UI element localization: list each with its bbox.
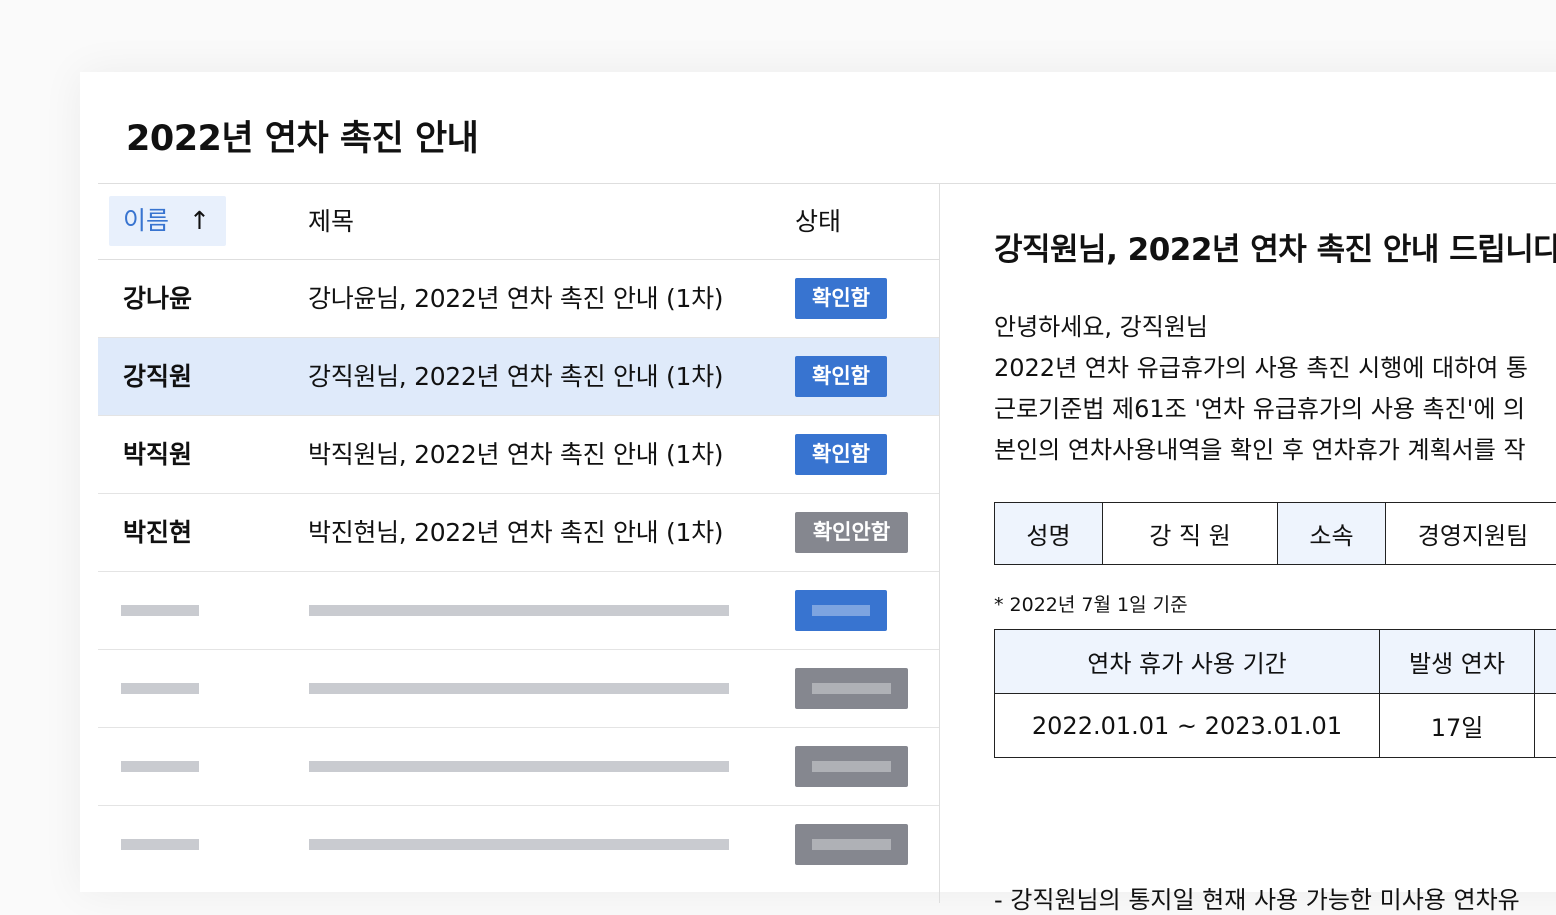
skeleton-name xyxy=(121,605,199,616)
skeleton-subject xyxy=(309,761,729,772)
body-line: 본인의 연차사용내역을 확인 후 연차휴가 계획서를 작 xyxy=(994,430,1528,471)
extra-value xyxy=(1535,694,1556,758)
recipient-name: 강나윤 xyxy=(123,260,192,337)
extra-header xyxy=(1535,630,1556,694)
skeleton-row xyxy=(98,806,939,883)
status-badge: 확인함 xyxy=(795,278,887,319)
skeleton-subject xyxy=(309,683,729,694)
sort-ascending-icon: ↑ xyxy=(189,196,210,246)
period-value: 2022.01.01 ~ 2023.01.01 xyxy=(995,694,1380,758)
skeleton-badge xyxy=(795,824,908,865)
skeleton-row xyxy=(98,650,939,728)
skeleton-badge xyxy=(795,746,908,787)
recipient-subject: 강나윤님, 2022년 연차 촉진 안내 (1차) xyxy=(308,260,723,337)
table-row[interactable]: 박직원 박직원님, 2022년 연차 촉진 안내 (1차) 확인함 xyxy=(98,416,939,494)
recipient-subject: 박진현님, 2022년 연차 촉진 안내 (1차) xyxy=(308,494,723,571)
leave-summary-table: 연차 휴가 사용 기간 발생 연차 2022.01.01 ~ 2023.01.0… xyxy=(994,629,1556,758)
pane-divider xyxy=(939,183,940,903)
skeleton-name xyxy=(121,683,199,694)
announcement-card: 2022년 연차 촉진 안내 이름 ↑ 제목 상태 강나윤 강나윤님, 2022… xyxy=(80,72,1556,892)
table-row-selected[interactable]: 강직원 강직원님, 2022년 연차 촉진 안내 (1차) 확인함 xyxy=(98,338,939,416)
status-column-header[interactable]: 상태 xyxy=(795,184,841,259)
skeleton-subject xyxy=(309,839,729,850)
list-header: 이름 ↑ 제목 상태 xyxy=(98,184,939,260)
recipient-name: 박직원 xyxy=(123,416,192,493)
subject-column-header[interactable]: 제목 xyxy=(308,184,354,259)
name-column-label: 이름 xyxy=(123,206,169,235)
recipient-name: 강직원 xyxy=(123,338,192,415)
table-row[interactable]: 박진현 박진현님, 2022년 연차 촉진 안내 (1차) 확인안함 xyxy=(98,494,939,572)
detail-title: 강직원님, 2022년 연차 촉진 안내 드립니다 xyxy=(994,224,1556,269)
body-line: 근로기준법 제61조 '연차 유급휴가의 사용 촉진'에 의 xyxy=(994,389,1528,430)
skeleton-row xyxy=(98,572,939,650)
recipient-subject: 박직원님, 2022년 연차 촉진 안내 (1차) xyxy=(308,416,723,493)
dept-value: 경영지원팀 xyxy=(1386,503,1556,565)
status-badge: 확인함 xyxy=(795,434,887,475)
employee-info-table: 성명 강 직 원 소속 경영지원팀 xyxy=(994,502,1556,565)
recipient-name: 박진현 xyxy=(123,494,192,571)
name-label: 성명 xyxy=(995,503,1103,565)
skeleton-badge xyxy=(795,668,908,709)
status-badge: 확인안함 xyxy=(795,512,908,553)
reference-date-note: * 2022년 7월 1일 기준 xyxy=(994,590,1188,617)
detail-pane: 강직원님, 2022년 연차 촉진 안내 드립니다 안녕하세요, 강직원님 20… xyxy=(994,202,1556,269)
name-value: 강 직 원 xyxy=(1103,503,1278,565)
recipient-subject: 강직원님, 2022년 연차 촉진 안내 (1차) xyxy=(308,338,723,415)
skeleton-name xyxy=(121,761,199,772)
sort-by-name-button[interactable]: 이름 ↑ xyxy=(109,196,226,246)
page-title: 2022년 연차 촉진 안내 xyxy=(126,110,478,161)
accrued-header: 발생 연차 xyxy=(1380,630,1535,694)
body-line: 안녕하세요, 강직원님 xyxy=(994,307,1528,348)
detail-body: 안녕하세요, 강직원님 2022년 연차 유급휴가의 사용 촉진 시행에 대하여… xyxy=(994,307,1528,471)
accrued-value: 17일 xyxy=(1380,694,1535,758)
skeleton-subject xyxy=(309,605,729,616)
skeleton-row xyxy=(98,728,939,806)
body-line: 2022년 연차 유급휴가의 사용 촉진 시행에 대하여 통 xyxy=(994,348,1528,389)
period-header: 연차 휴가 사용 기간 xyxy=(995,630,1380,694)
skeleton-badge xyxy=(795,590,887,631)
detail-bottom-line: - 강직원님의 통지일 현재 사용 가능한 미사용 연차유 xyxy=(994,880,1520,915)
recipient-list: 이름 ↑ 제목 상태 강나윤 강나윤님, 2022년 연차 촉진 안내 (1차)… xyxy=(98,184,939,883)
table-row[interactable]: 강나윤 강나윤님, 2022년 연차 촉진 안내 (1차) 확인함 xyxy=(98,260,939,338)
dept-label: 소속 xyxy=(1278,503,1386,565)
status-badge: 확인함 xyxy=(795,356,887,397)
skeleton-name xyxy=(121,839,199,850)
